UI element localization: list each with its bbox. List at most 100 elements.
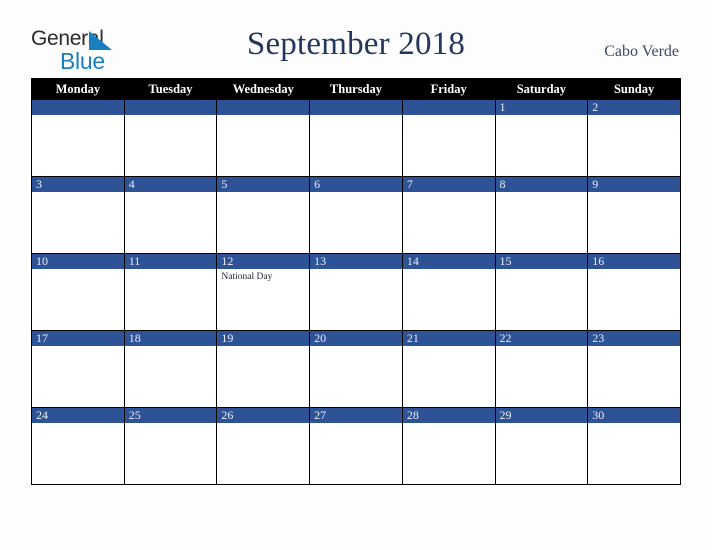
day-number: 25 xyxy=(124,408,217,423)
calendar-day-cell-29[interactable]: 29 xyxy=(494,407,589,485)
day-number: 9 xyxy=(588,177,680,192)
day-cell-inner xyxy=(124,100,217,176)
calendar-day-cell-28[interactable]: 28 xyxy=(401,407,496,485)
calendar-day-cell-15[interactable]: 15 xyxy=(494,253,589,331)
day-cell-inner xyxy=(32,100,124,176)
day-events xyxy=(217,346,309,348)
calendar-week-row: 3456789 xyxy=(31,176,681,254)
day-cell-inner: 3 xyxy=(32,177,124,253)
day-events xyxy=(310,346,402,348)
calendar-day-cell-5[interactable]: 5 xyxy=(216,176,311,254)
day-cell-inner: 18 xyxy=(124,331,217,407)
day-cell-inner: 20 xyxy=(310,331,402,407)
day-cell-inner xyxy=(310,100,402,176)
calendar-day-cell-8[interactable]: 8 xyxy=(494,176,589,254)
day-cell-inner: 2 xyxy=(588,100,680,176)
day-number: 11 xyxy=(124,254,217,269)
day-events xyxy=(496,346,588,348)
day-events xyxy=(217,423,309,425)
day-events xyxy=(125,192,217,194)
day-events xyxy=(403,423,495,425)
calendar-day-cell-14[interactable]: 14 xyxy=(401,253,496,331)
day-number: 18 xyxy=(124,331,217,346)
day-number: 1 xyxy=(495,100,588,115)
day-number xyxy=(217,100,310,115)
calendar-day-cell-12[interactable]: 12 National Day xyxy=(216,253,311,331)
day-cell-inner: 8 xyxy=(495,177,588,253)
weekday-header-thursday: Thursday xyxy=(309,78,403,100)
day-events xyxy=(403,115,495,117)
day-cell-inner: 19 xyxy=(217,331,310,407)
day-cell-inner: 17 xyxy=(32,331,124,407)
day-cell-inner: 5 xyxy=(217,177,310,253)
calendar-day-cell-22[interactable]: 22 xyxy=(494,330,589,408)
day-number: 5 xyxy=(217,177,310,192)
day-events xyxy=(588,115,680,117)
calendar-day-cell-23[interactable]: 23 xyxy=(587,330,681,408)
weekday-header-friday: Friday xyxy=(401,78,496,100)
day-cell-inner: 16 xyxy=(588,254,680,330)
day-number: 6 xyxy=(310,177,402,192)
calendar-day-cell-4[interactable]: 4 xyxy=(123,176,218,254)
day-number: 20 xyxy=(310,331,402,346)
day-number: 3 xyxy=(32,177,124,192)
day-number: 23 xyxy=(588,331,680,346)
day-events xyxy=(125,423,217,425)
calendar-day-cell-17[interactable]: 17 xyxy=(31,330,125,408)
calendar-day-cell-1[interactable]: 1 xyxy=(494,99,589,177)
calendar-day-cell-6[interactable]: 6 xyxy=(309,176,403,254)
day-events xyxy=(125,269,217,271)
day-events xyxy=(310,192,402,194)
day-number: 10 xyxy=(32,254,124,269)
day-number: 28 xyxy=(402,408,495,423)
day-cell-inner: 4 xyxy=(124,177,217,253)
day-number: 12 xyxy=(217,254,310,269)
day-cell-inner: 26 xyxy=(217,408,310,484)
calendar-day-cell-27[interactable]: 27 xyxy=(309,407,403,485)
day-cell-inner: 23 xyxy=(588,331,680,407)
weekday-header-sunday: Sunday xyxy=(587,78,681,100)
calendar-body: 1 2 3 4 5 6 7 8 9 10 11 12 National Day 13 14 15 16 17 18 1… xyxy=(31,99,681,485)
day-events xyxy=(125,115,217,117)
calendar-day-cell-9[interactable]: 9 xyxy=(587,176,681,254)
day-cell-inner: 6 xyxy=(310,177,402,253)
calendar-day-cell-empty xyxy=(123,99,218,177)
day-events xyxy=(588,346,680,348)
calendar-day-cell-19[interactable]: 19 xyxy=(216,330,311,408)
calendar-day-cell-13[interactable]: 13 xyxy=(309,253,403,331)
day-number: 22 xyxy=(495,331,588,346)
day-number: 24 xyxy=(32,408,124,423)
calendar-day-cell-11[interactable]: 11 xyxy=(123,253,218,331)
calendar-day-cell-21[interactable]: 21 xyxy=(401,330,496,408)
day-number: 2 xyxy=(588,100,680,115)
calendar-day-cell-30[interactable]: 30 xyxy=(587,407,681,485)
day-cell-inner: 25 xyxy=(124,408,217,484)
holiday-label: National Day xyxy=(221,272,273,282)
calendar-day-cell-25[interactable]: 25 xyxy=(123,407,218,485)
day-events xyxy=(32,192,124,194)
day-number: 7 xyxy=(402,177,495,192)
day-cell-inner: 29 xyxy=(495,408,588,484)
calendar-day-cell-24[interactable]: 24 xyxy=(31,407,125,485)
day-cell-inner: 1 xyxy=(495,100,588,176)
day-number: 15 xyxy=(495,254,588,269)
day-cell-inner: 10 xyxy=(32,254,124,330)
weekday-header-wednesday: Wednesday xyxy=(216,78,311,100)
day-events xyxy=(496,192,588,194)
calendar-day-cell-16[interactable]: 16 xyxy=(587,253,681,331)
day-events xyxy=(310,423,402,425)
day-number xyxy=(310,100,402,115)
day-cell-inner: 15 xyxy=(495,254,588,330)
day-number: 21 xyxy=(402,331,495,346)
day-number: 13 xyxy=(310,254,402,269)
day-number: 26 xyxy=(217,408,310,423)
calendar-day-cell-20[interactable]: 20 xyxy=(309,330,403,408)
calendar-day-cell-2[interactable]: 2 xyxy=(587,99,681,177)
calendar-day-cell-7[interactable]: 7 xyxy=(401,176,496,254)
calendar-day-cell-3[interactable]: 3 xyxy=(31,176,125,254)
day-number: 4 xyxy=(124,177,217,192)
day-number: 19 xyxy=(217,331,310,346)
calendar-day-cell-10[interactable]: 10 xyxy=(31,253,125,331)
calendar-day-cell-26[interactable]: 26 xyxy=(216,407,311,485)
calendar-day-cell-18[interactable]: 18 xyxy=(123,330,218,408)
